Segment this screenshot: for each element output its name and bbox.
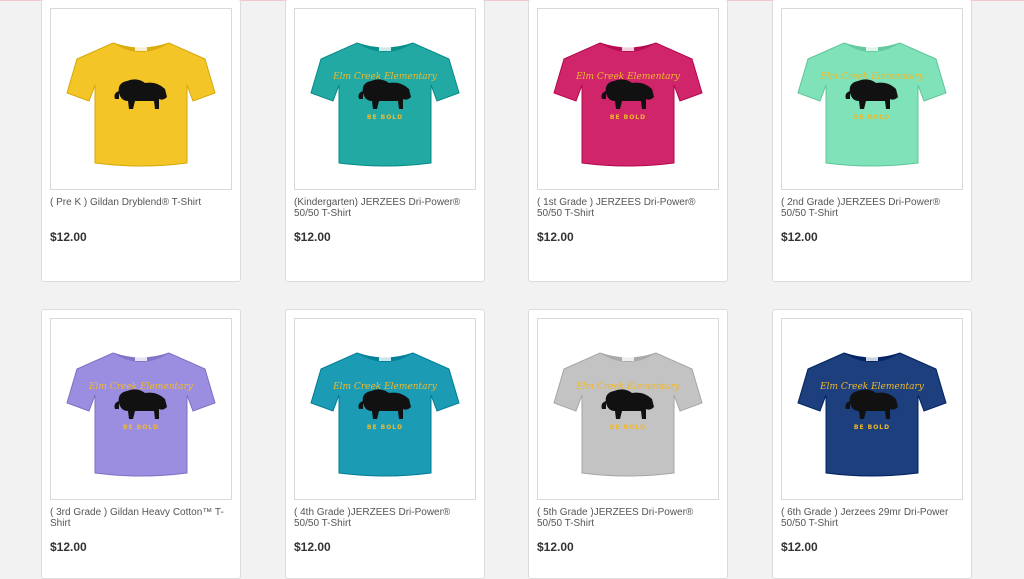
product-image[interactable]: Elm Creek Elementary BE BOLD: [781, 8, 963, 190]
product-image[interactable]: [50, 8, 232, 190]
shirt-tag: [866, 47, 878, 51]
shirt-tag: [379, 47, 391, 51]
product-card[interactable]: Elm Creek Elementary BE BOLD ( 1st Grade …: [528, 0, 728, 282]
product-title[interactable]: ( 1st Grade ) JERZEES Dri-Power® 50/50 T…: [537, 197, 719, 219]
product-price: $12.00: [781, 230, 818, 244]
product-price: $12.00: [294, 230, 331, 244]
product-image[interactable]: Elm Creek Elementary BE BOLD: [50, 318, 232, 500]
tshirt-icon: [66, 42, 216, 167]
product-price: $12.00: [50, 540, 87, 554]
print-subtext: BE BOLD: [854, 114, 890, 121]
product-card[interactable]: Elm Creek Elementary BE BOLD ( 3rd Grade …: [41, 309, 241, 579]
shirt-tag: [379, 357, 391, 361]
shirt-body: [66, 42, 216, 167]
product-title[interactable]: ( 5th Grade )JERZEES Dri-Power® 50/50 T-…: [537, 507, 719, 529]
product-card[interactable]: Elm Creek Elementary BE BOLD ( 5th Grade …: [528, 309, 728, 579]
print-text: Elm Creek Elementary: [819, 382, 925, 392]
shirt-body: [797, 42, 947, 167]
product-card[interactable]: ( Pre K ) Gildan Dryblend® T-Shirt $12.0…: [41, 0, 241, 282]
tshirt-icon: Elm Creek Elementary BE BOLD: [553, 352, 703, 477]
print-text: Elm Creek Elementary: [88, 382, 194, 392]
product-price: $12.00: [294, 540, 331, 554]
shirt-body: [553, 42, 703, 167]
product-image[interactable]: Elm Creek Elementary BE BOLD: [537, 8, 719, 190]
print-subtext: BE BOLD: [367, 114, 403, 121]
tshirt-icon: Elm Creek Elementary BE BOLD: [310, 352, 460, 477]
print-subtext: BE BOLD: [367, 424, 403, 431]
print-text: Elm Creek Elementary: [575, 72, 681, 82]
shirt-tag: [135, 357, 147, 361]
print-text: Elm Creek Elementary: [819, 72, 925, 82]
shirt-tag: [622, 47, 634, 51]
print-text: Elm Creek Elementary: [332, 382, 438, 392]
product-card[interactable]: Elm Creek Elementary BE BOLD ( 4th Grade …: [285, 309, 485, 579]
shirt-body: [66, 352, 216, 477]
shirt-tag: [866, 357, 878, 361]
product-card[interactable]: Elm Creek Elementary BE BOLD ( 6th Grade …: [772, 309, 972, 579]
product-title[interactable]: ( 6th Grade ) Jerzees 29mr Dri-Power 50/…: [781, 507, 963, 529]
product-price: $12.00: [537, 230, 574, 244]
print-text: Elm Creek Elementary: [332, 72, 438, 82]
product-price: $12.00: [50, 230, 87, 244]
print-subtext: BE BOLD: [854, 424, 890, 431]
product-image[interactable]: Elm Creek Elementary BE BOLD: [537, 318, 719, 500]
shirt-body: [797, 352, 947, 477]
product-price: $12.00: [781, 540, 818, 554]
tshirt-icon: Elm Creek Elementary BE BOLD: [797, 42, 947, 167]
product-title[interactable]: (Kindergarten) JERZEES Dri-Power® 50/50 …: [294, 197, 476, 219]
product-title[interactable]: ( Pre K ) Gildan Dryblend® T-Shirt: [50, 197, 232, 208]
tshirt-icon: Elm Creek Elementary BE BOLD: [553, 42, 703, 167]
shirt-body: [310, 352, 460, 477]
product-title[interactable]: ( 3rd Grade ) Gildan Heavy Cotton™ T-Shi…: [50, 507, 232, 529]
print-text: Elm Creek Elementary: [575, 382, 681, 392]
print-subtext: BE BOLD: [610, 424, 646, 431]
product-image[interactable]: Elm Creek Elementary BE BOLD: [294, 8, 476, 190]
shirt-body: [553, 352, 703, 477]
shirt-tag: [622, 357, 634, 361]
product-title[interactable]: ( 2nd Grade )JERZEES Dri-Power® 50/50 T-…: [781, 197, 963, 219]
print-subtext: BE BOLD: [610, 114, 646, 121]
tshirt-icon: Elm Creek Elementary BE BOLD: [66, 352, 216, 477]
product-image[interactable]: Elm Creek Elementary BE BOLD: [781, 318, 963, 500]
tshirt-icon: Elm Creek Elementary BE BOLD: [310, 42, 460, 167]
shirt-tag: [135, 47, 147, 51]
product-image[interactable]: Elm Creek Elementary BE BOLD: [294, 318, 476, 500]
product-card[interactable]: Elm Creek Elementary BE BOLD (Kindergarte…: [285, 0, 485, 282]
product-price: $12.00: [537, 540, 574, 554]
print-subtext: BE BOLD: [123, 424, 159, 431]
product-title[interactable]: ( 4th Grade )JERZEES Dri-Power® 50/50 T-…: [294, 507, 476, 529]
tshirt-icon: Elm Creek Elementary BE BOLD: [797, 352, 947, 477]
product-card[interactable]: Elm Creek Elementary BE BOLD ( 2nd Grade …: [772, 0, 972, 282]
shirt-body: [310, 42, 460, 167]
